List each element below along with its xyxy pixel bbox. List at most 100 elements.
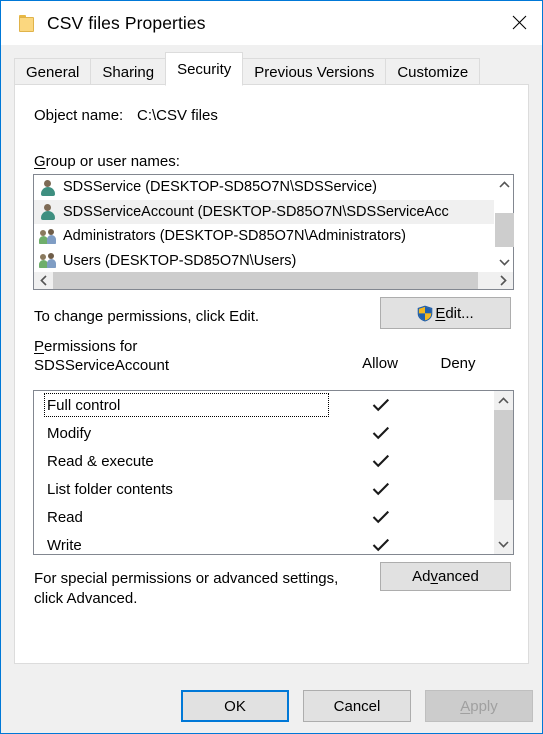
tab-previous-versions[interactable]: Previous Versions bbox=[242, 58, 387, 85]
security-tab-panel: Object name: C:\CSV files Group or user … bbox=[14, 84, 529, 664]
title-bar: CSV files Properties bbox=[1, 1, 542, 45]
deny-cell[interactable] bbox=[426, 531, 492, 554]
label-rest: ermissions for bbox=[44, 338, 138, 355]
permission-name: Write bbox=[47, 536, 82, 554]
scroll-right-icon[interactable] bbox=[494, 272, 513, 289]
tab-label: Sharing bbox=[102, 63, 155, 81]
deny-cell[interactable] bbox=[426, 419, 492, 447]
list-item-label: SDSService (DESKTOP-SD85O7N\SDSService) bbox=[63, 179, 377, 196]
apply-button-label: Apply bbox=[460, 698, 498, 715]
cancel-button[interactable]: Cancel bbox=[303, 690, 411, 722]
deny-cell[interactable] bbox=[426, 391, 492, 419]
edit-button[interactable]: Edit... bbox=[380, 297, 511, 329]
user-group-icon bbox=[39, 252, 56, 269]
permissions-for-label: Permissions for SDSServiceAccount bbox=[34, 337, 169, 375]
permissions-vertical-scrollbar[interactable] bbox=[494, 391, 513, 554]
allow-checkmark-icon[interactable] bbox=[348, 531, 414, 554]
scroll-left-icon[interactable] bbox=[34, 272, 53, 289]
tab-label: Previous Versions bbox=[254, 63, 375, 81]
user-icon bbox=[39, 179, 56, 196]
cancel-button-label: Cancel bbox=[333, 697, 381, 715]
permission-name: List folder contents bbox=[47, 480, 173, 498]
allow-checkmark-icon[interactable] bbox=[348, 391, 414, 419]
group-list-horizontal-scrollbar[interactable] bbox=[34, 271, 513, 289]
list-item-label: Users (DESKTOP-SD85O7N\Users) bbox=[63, 252, 297, 269]
edit-button-label: Edit... bbox=[435, 305, 473, 322]
list-item-label: SDSServiceAccount (DESKTOP-SD85O7N\SDSSe… bbox=[63, 203, 449, 220]
tab-strip: General Sharing Security Previous Versio… bbox=[14, 52, 481, 86]
scrollbar-thumb[interactable] bbox=[494, 410, 513, 500]
focus-rectangle bbox=[44, 393, 329, 417]
group-list-items: SDSService (DESKTOP-SD85O7N\SDSService) … bbox=[34, 175, 494, 272]
accel-char: G bbox=[34, 153, 46, 170]
object-name-value: C:\CSV files bbox=[137, 107, 218, 124]
deny-cell[interactable] bbox=[426, 503, 492, 531]
object-name-label: Object name: bbox=[34, 107, 124, 124]
scrollbar-thumb[interactable] bbox=[53, 272, 478, 289]
permission-name: Modify bbox=[47, 424, 92, 442]
deny-column-header: Deny bbox=[440, 355, 476, 372]
table-row[interactable]: List folder contents bbox=[34, 475, 496, 503]
table-row[interactable]: Modify bbox=[34, 419, 496, 447]
object-name-row: Object name: C:\CSV files bbox=[34, 107, 218, 124]
deny-cell[interactable] bbox=[426, 447, 492, 475]
permissions-list[interactable]: Full control Modify Read & execute List … bbox=[33, 390, 514, 555]
group-or-user-names-label: Group or user names: bbox=[34, 153, 180, 170]
list-item[interactable]: Administrators (DESKTOP-SD85O7N\Administ… bbox=[34, 224, 494, 249]
advanced-hint: For special permissions or advanced sett… bbox=[34, 569, 338, 609]
accel-char: v bbox=[430, 568, 438, 585]
list-item[interactable]: Users (DESKTOP-SD85O7N\Users) bbox=[34, 249, 494, 273]
accel-char: A bbox=[460, 697, 471, 715]
edit-permissions-hint: To change permissions, click Edit. bbox=[34, 308, 260, 325]
label-rest: roup or user names: bbox=[45, 153, 180, 170]
scroll-down-icon[interactable] bbox=[494, 535, 513, 554]
user-group-icon bbox=[39, 228, 56, 245]
permissions-rows: Full control Modify Read & execute List … bbox=[34, 391, 496, 554]
allow-column-header: Allow bbox=[362, 355, 398, 372]
tab-label: Customize bbox=[397, 63, 469, 81]
allow-checkmark-icon[interactable] bbox=[348, 419, 414, 447]
scroll-down-icon[interactable] bbox=[495, 253, 514, 272]
label-pre: Ad bbox=[412, 568, 431, 585]
list-item[interactable]: SDSService (DESKTOP-SD85O7N\SDSService) bbox=[34, 175, 494, 200]
tab-security[interactable]: Security bbox=[165, 52, 244, 86]
scroll-up-icon[interactable] bbox=[495, 175, 514, 194]
close-icon[interactable] bbox=[496, 1, 542, 44]
ok-button-label: OK bbox=[224, 697, 246, 715]
list-item[interactable]: SDSServiceAccount (DESKTOP-SD85O7N\SDSSe… bbox=[34, 199, 494, 224]
user-icon bbox=[39, 203, 56, 221]
folder-icon bbox=[19, 14, 34, 32]
table-row[interactable]: Full control bbox=[34, 391, 496, 419]
tab-general[interactable]: General bbox=[14, 58, 92, 85]
group-or-user-names-list[interactable]: SDSService (DESKTOP-SD85O7N\SDSService) … bbox=[33, 174, 514, 290]
label-rest: anced bbox=[437, 568, 479, 585]
tab-customize[interactable]: Customize bbox=[385, 58, 481, 85]
allow-checkmark-icon[interactable] bbox=[348, 447, 414, 475]
apply-button: Apply bbox=[425, 690, 533, 722]
window-title: CSV files Properties bbox=[47, 12, 206, 33]
properties-dialog: CSV files Properties General Sharing Sec… bbox=[0, 0, 543, 734]
table-row[interactable]: Read bbox=[34, 503, 496, 531]
scrollbar-thumb[interactable] bbox=[495, 213, 514, 247]
accel-char: E bbox=[435, 304, 446, 322]
permission-name: Read & execute bbox=[47, 452, 154, 470]
accel-char: P bbox=[34, 338, 45, 355]
table-row[interactable]: Read & execute bbox=[34, 447, 496, 475]
advanced-hint-line1: For special permissions or advanced sett… bbox=[34, 570, 339, 587]
table-row[interactable]: Write bbox=[34, 531, 496, 554]
uac-shield-icon bbox=[417, 305, 433, 322]
advanced-button[interactable]: Advanced bbox=[380, 562, 511, 591]
group-list-vertical-scrollbar[interactable] bbox=[494, 175, 514, 272]
permission-name: Read bbox=[47, 508, 83, 526]
scroll-up-icon[interactable] bbox=[494, 391, 513, 410]
tab-label: Security bbox=[177, 60, 232, 78]
allow-checkmark-icon[interactable] bbox=[348, 475, 414, 503]
deny-cell[interactable] bbox=[426, 475, 492, 503]
allow-checkmark-icon[interactable] bbox=[348, 503, 414, 531]
ok-button[interactable]: OK bbox=[181, 690, 289, 722]
list-item-label: Administrators (DESKTOP-SD85O7N\Administ… bbox=[63, 228, 406, 245]
tab-sharing[interactable]: Sharing bbox=[90, 58, 167, 85]
label-rest: dit... bbox=[445, 304, 474, 322]
permissions-subject: SDSServiceAccount bbox=[34, 357, 170, 374]
advanced-button-label: Advanced bbox=[412, 568, 479, 585]
